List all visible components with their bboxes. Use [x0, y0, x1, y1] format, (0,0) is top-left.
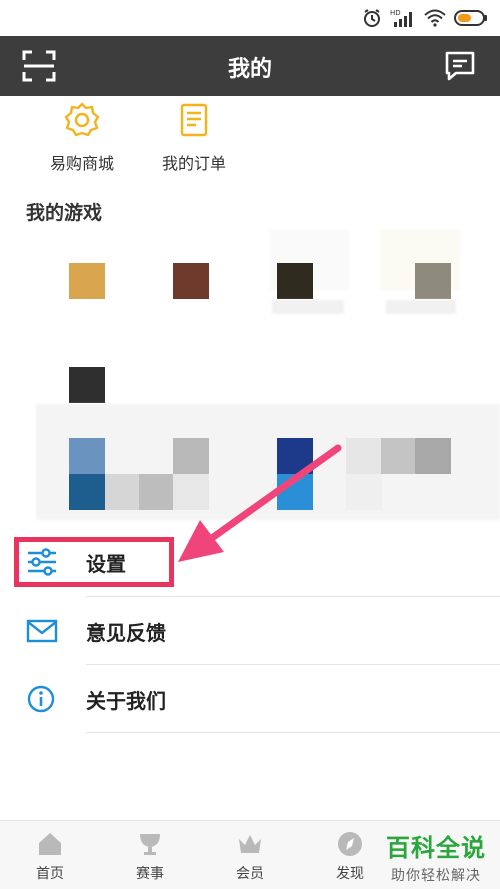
compass-icon [338, 832, 362, 856]
app-bar: 我的 [0, 36, 500, 96]
svg-text:HD: HD [390, 9, 401, 17]
nav-label: 会员 [236, 866, 264, 882]
game-thumbnail [346, 438, 382, 474]
shortcut-label: 易购商城 [49, 154, 114, 173]
watermark-subtitle: 助你轻松解决 [391, 868, 481, 884]
order-document-icon [180, 103, 208, 137]
game-thumbnail[interactable] [277, 474, 313, 510]
alarm-icon [364, 9, 380, 27]
watermark-title: 百科全说 [386, 834, 486, 862]
home-icon [39, 833, 61, 855]
nav-item-membership[interactable]: 会员 [210, 831, 290, 883]
game-thumbnail[interactable] [69, 367, 105, 403]
message-icon [445, 51, 475, 81]
shortcut-orders[interactable]: 我的订单 [139, 102, 249, 174]
menu-item-about[interactable]: 关于我们 [0, 665, 500, 733]
game-name-blur [272, 300, 344, 314]
game-thumbnail[interactable] [173, 263, 209, 299]
shortcut-store[interactable]: 易购商城 [27, 102, 137, 174]
game-thumbnail [105, 474, 141, 510]
wifi-icon [424, 9, 446, 27]
menu-item-label: 意见反馈 [86, 621, 166, 645]
crown-icon [239, 835, 261, 853]
settings-highlight-box [14, 537, 174, 587]
menu-item-feedback[interactable]: 意见反馈 [0, 597, 500, 665]
store-badge-icon [64, 102, 100, 137]
nav-item-discover[interactable]: 发现 [310, 831, 390, 883]
game-thumbnail[interactable] [69, 263, 105, 299]
game-thumbnail[interactable] [277, 438, 313, 474]
info-icon [27, 685, 55, 713]
status-bar: HD [0, 0, 500, 36]
status-icons: HD [362, 8, 488, 28]
nav-label: 赛事 [136, 866, 164, 882]
page-title: 我的 [227, 57, 272, 82]
shortcut-label: 我的订单 [161, 154, 226, 173]
game-thumbnail [173, 474, 209, 510]
nav-item-events[interactable]: 赛事 [110, 831, 190, 883]
game-thumbnail [415, 438, 451, 474]
game-thumbnail [381, 438, 417, 474]
trophy-icon [140, 834, 160, 855]
menu-item-label: 关于我们 [86, 689, 166, 713]
game-thumbnail[interactable] [69, 438, 105, 474]
nav-label: 首页 [36, 866, 64, 882]
game-thumbnail [346, 474, 382, 510]
signal-icon: HD [390, 9, 412, 27]
divider [86, 732, 500, 733]
watermark: 百科全说 助你轻松解决 [386, 828, 486, 885]
shortcuts: 易购商城 我的订单 [0, 96, 500, 176]
game-thumbnail [139, 474, 175, 510]
battery-icon [454, 10, 487, 26]
games-section-title: 我的游戏 [26, 202, 103, 224]
mail-icon [26, 619, 58, 643]
nav-item-home[interactable]: 首页 [10, 831, 90, 883]
game-thumbnail [173, 438, 209, 474]
game-thumbnail[interactable] [69, 474, 105, 510]
game-thumbnail[interactable] [415, 263, 451, 299]
game-thumbnail[interactable] [277, 263, 313, 299]
game-name-blur [386, 300, 456, 314]
message-button[interactable] [444, 50, 476, 82]
nav-label: 发现 [336, 866, 364, 882]
